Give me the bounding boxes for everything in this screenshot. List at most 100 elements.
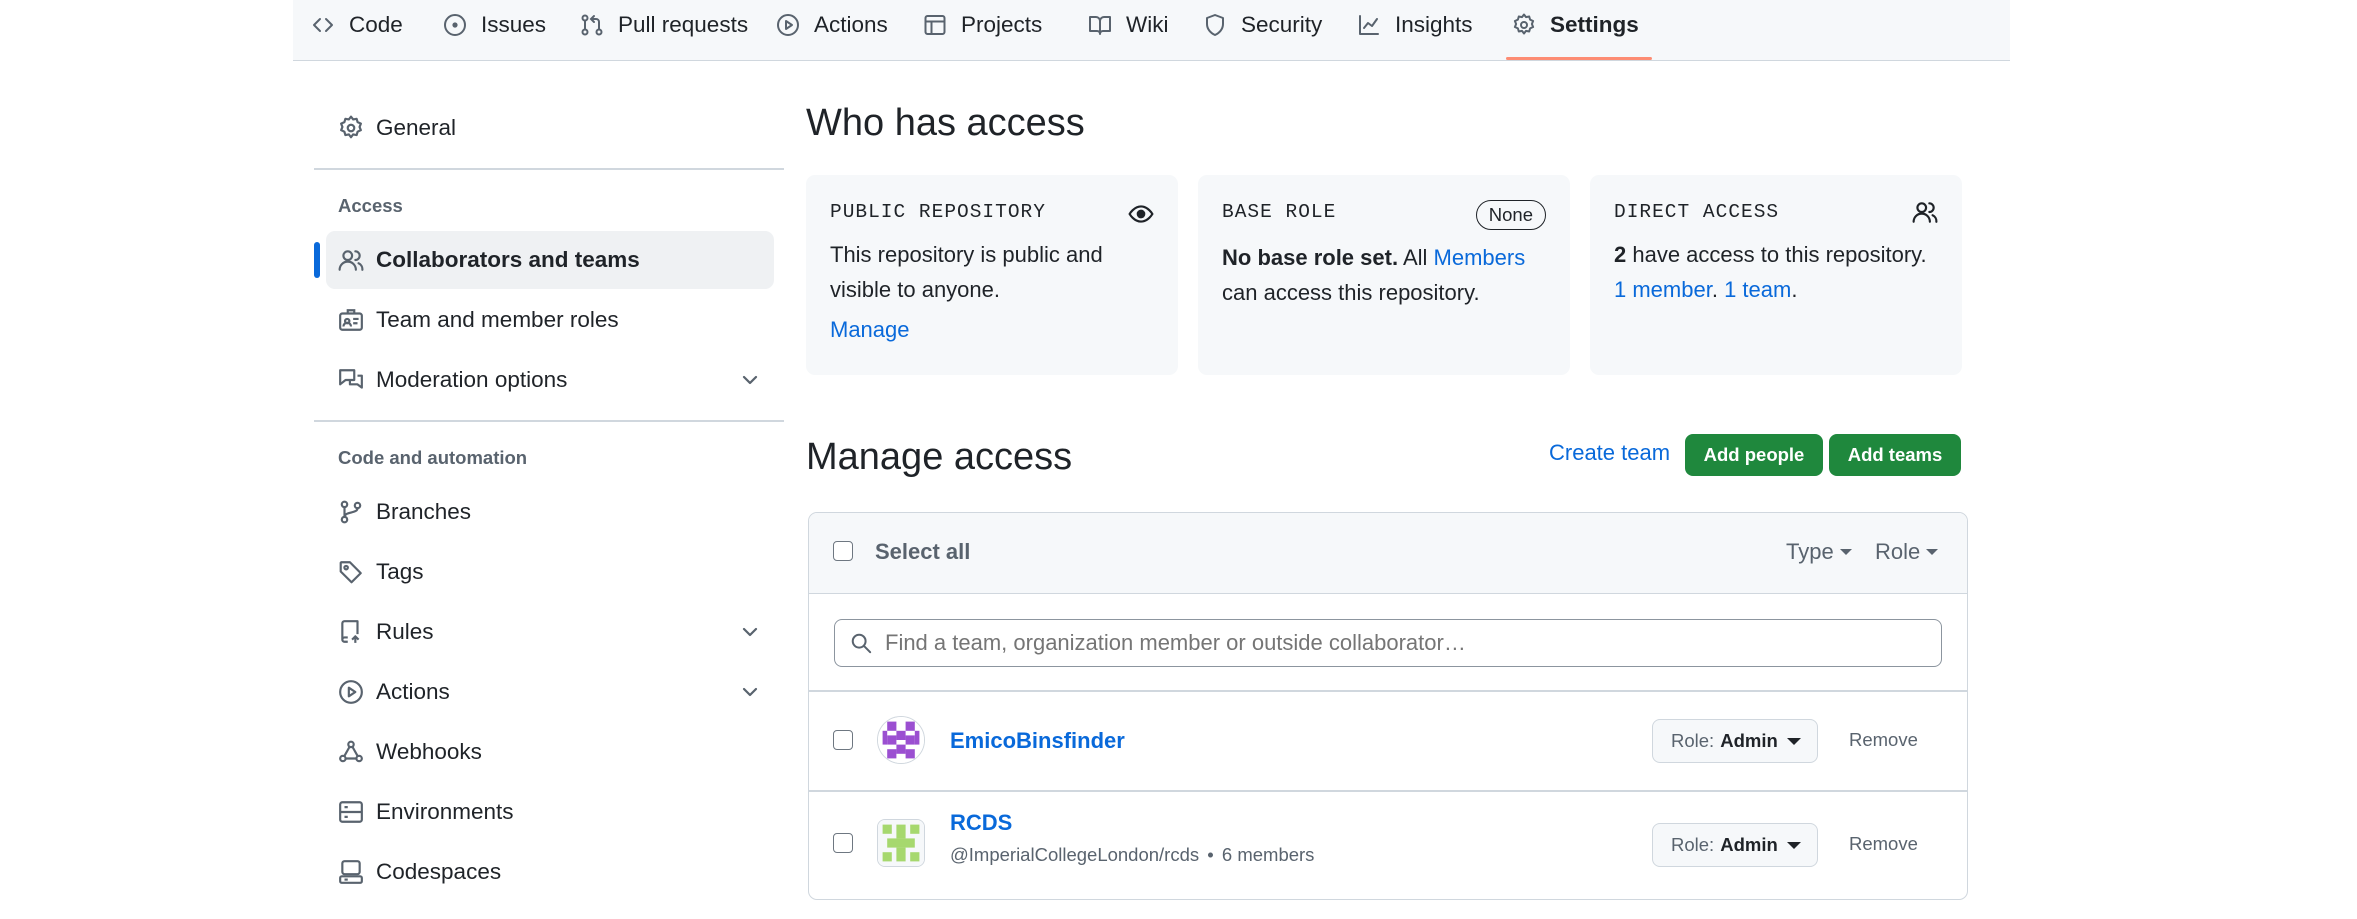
- sidebar-item-webhooks[interactable]: Webhooks: [326, 723, 774, 781]
- manage-access-panel: Select all Type Role EmicoBinsfinder Rol…: [808, 512, 1968, 900]
- comment-discussion-icon: [339, 369, 363, 389]
- sidebar-item-label: Team and member roles: [376, 307, 619, 332]
- caret-down-icon: [1839, 549, 1852, 555]
- base-role-card: BASE ROLE None No base role set. All Mem…: [1198, 175, 1570, 375]
- sidebar-item-label: Rules: [376, 619, 434, 644]
- card-text: This repository is public and visible to…: [830, 242, 1103, 302]
- team-member-count: 6 members: [1221, 844, 1315, 865]
- gear-icon: [340, 115, 362, 139]
- avatar[interactable]: [877, 819, 925, 867]
- eye-icon: [1128, 205, 1154, 223]
- member-count-link[interactable]: 1 member: [1614, 277, 1712, 302]
- direct-access-card: DIRECT ACCESS 2 have access to this repo…: [1590, 175, 1962, 375]
- sidebar-item-branches[interactable]: Branches: [326, 483, 774, 541]
- identicon-icon: [878, 717, 924, 763]
- sidebar-item-label: Branches: [376, 499, 472, 524]
- webhook-icon: [339, 740, 363, 763]
- identicon-icon: [878, 820, 924, 866]
- nav-tab-wiki[interactable]: Wiki: [1088, 0, 1168, 50]
- sidebar-heading-code-and-automation: Code and automation: [338, 447, 528, 468]
- sidebar-item-label: Moderation options: [376, 367, 568, 392]
- card-text: 2 have access to this repository. 1 membe…: [1614, 237, 1944, 307]
- team-name-link[interactable]: RCDS: [950, 810, 1012, 836]
- repo-nav-bar: Code Issues Pull requests Actions Projec…: [293, 0, 2010, 61]
- search-input[interactable]: [883, 620, 1927, 666]
- avatar[interactable]: [877, 716, 925, 764]
- sidebar-item-actions[interactable]: Actions: [326, 663, 774, 721]
- id-badge-icon: [339, 309, 363, 331]
- remove-button[interactable]: Remove: [1849, 833, 1918, 855]
- role-filter-label: Role: [1875, 539, 1921, 564]
- nav-tab-label: Security: [1241, 12, 1323, 37]
- shield-icon: [1206, 14, 1224, 36]
- chevron-down-icon[interactable]: [740, 682, 760, 702]
- nav-tab-issues[interactable]: Issues: [443, 0, 546, 50]
- caret-down-icon: [1787, 842, 1801, 849]
- row-checkbox[interactable]: [833, 833, 853, 853]
- add-teams-button[interactable]: Add teams: [1829, 434, 1961, 476]
- chevron-down-icon[interactable]: [740, 370, 760, 390]
- direct-access-count: 2: [1614, 242, 1627, 267]
- base-role-bold: No base role set.: [1222, 245, 1399, 270]
- sidebar-item-moderation-options[interactable]: Moderation options: [326, 351, 774, 409]
- issue-circle-icon: [444, 14, 466, 36]
- nav-tab-security[interactable]: Security: [1203, 0, 1322, 50]
- sidebar-item-label: Webhooks: [376, 739, 482, 764]
- nav-tab-actions[interactable]: Actions: [776, 0, 888, 50]
- type-filter-dropdown[interactable]: Type: [1786, 539, 1852, 565]
- tag-icon: [339, 561, 362, 584]
- sidebar-item-label: Environments: [376, 799, 514, 824]
- create-team-link[interactable]: Create team: [1549, 440, 1670, 466]
- role-filter-dropdown[interactable]: Role: [1875, 539, 1939, 565]
- sidebar-item-codespaces[interactable]: Codespaces: [326, 843, 774, 901]
- nav-tab-projects[interactable]: Projects: [923, 0, 1042, 50]
- graph-icon: [1359, 15, 1379, 35]
- people-icon: [1912, 202, 1938, 223]
- active-tab-underline: [1506, 57, 1652, 60]
- sidebar-divider: [314, 420, 784, 422]
- nav-tab-label: Wiki: [1126, 12, 1169, 37]
- remove-button[interactable]: Remove: [1849, 729, 1918, 751]
- collaborator-search-field[interactable]: [834, 619, 1942, 667]
- manage-visibility-link[interactable]: Manage: [830, 317, 910, 343]
- select-all-checkbox[interactable]: [833, 541, 853, 561]
- sidebar-item-environments[interactable]: Environments: [326, 783, 774, 841]
- role-dropdown-button[interactable]: Role: Admin: [1652, 823, 1818, 867]
- people-icon: [338, 250, 364, 271]
- team-details: @ImperialCollegeLondon/rcds • 6 members: [950, 844, 1314, 866]
- who-has-access-heading: Who has access: [806, 102, 1085, 144]
- nav-tab-label: Pull requests: [618, 12, 749, 37]
- chevron-down-icon[interactable]: [740, 622, 760, 642]
- bullet-separator: •: [1207, 844, 1214, 865]
- role-value: Admin: [1720, 834, 1778, 855]
- nav-tab-code[interactable]: Code: [311, 0, 403, 50]
- code-icon: [313, 18, 333, 32]
- select-all-label: Select all: [875, 539, 971, 564]
- table-row: EmicoBinsfinder Role: Admin Remove: [809, 692, 1967, 790]
- collaborator-name-link[interactable]: EmicoBinsfinder: [950, 728, 1125, 754]
- manage-access-heading: Manage access: [806, 436, 1073, 478]
- sidebar-item-team-and-member-roles[interactable]: Team and member roles: [326, 291, 774, 349]
- sidebar-item-collaborators-and-teams[interactable]: Collaborators and teams: [326, 231, 774, 289]
- add-people-button[interactable]: Add people: [1685, 434, 1823, 476]
- base-role-badge: None: [1475, 200, 1546, 230]
- nav-tab-label: Projects: [961, 12, 1043, 37]
- team-count-link[interactable]: 1 team: [1724, 277, 1791, 302]
- type-filter-label: Type: [1786, 539, 1834, 564]
- members-link[interactable]: Members: [1434, 245, 1526, 270]
- sidebar-item-general[interactable]: General: [326, 99, 774, 157]
- sidebar-divider: [314, 168, 784, 170]
- row-checkbox[interactable]: [833, 730, 853, 750]
- role-dropdown-button[interactable]: Role: Admin: [1652, 719, 1818, 763]
- caret-down-icon: [1787, 738, 1801, 745]
- active-item-indicator: [314, 242, 320, 278]
- separator: .: [1711, 277, 1725, 302]
- repo-push-icon: [341, 620, 360, 643]
- play-icon: [777, 14, 799, 36]
- role-key: Role:: [1671, 730, 1715, 751]
- nav-tab-settings[interactable]: Settings: [1512, 0, 1639, 50]
- nav-tab-pull-requests[interactable]: Pull requests: [580, 0, 748, 50]
- sidebar-item-tags[interactable]: Tags: [326, 543, 774, 601]
- nav-tab-insights[interactable]: Insights: [1357, 0, 1473, 50]
- sidebar-item-rules[interactable]: Rules: [326, 603, 774, 661]
